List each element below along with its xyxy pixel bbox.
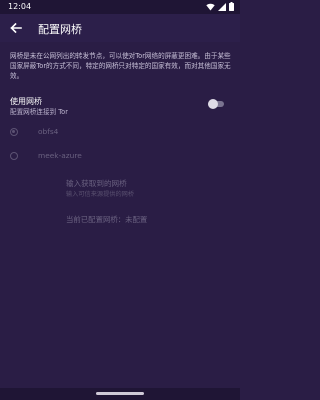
home-gesture-handle[interactable] [96, 392, 144, 395]
use-bridges-toggle[interactable] [208, 99, 224, 109]
status-icons [206, 2, 234, 11]
use-bridges-subtitle: 配置网桥连接到 Tor [10, 108, 68, 116]
back-arrow-icon[interactable] [8, 20, 24, 36]
bridge-settings: 网桥是未在公网列出的转发节点，可以使对Tor网络的屏蔽更困难。由于某些国家屏蔽T… [0, 42, 240, 388]
bridge-option-obfs4[interactable]: obfs4 [10, 127, 210, 141]
bridge-option-meek-azure[interactable]: meek-azure [10, 151, 210, 165]
wifi-icon [206, 3, 215, 11]
radio-selected-icon[interactable] [10, 128, 18, 136]
signal-icon [218, 2, 226, 11]
status-bar: 12:04 [0, 0, 240, 14]
radio-unselected-icon[interactable] [10, 152, 18, 160]
battery-icon [229, 2, 234, 11]
current-bridge-status: 当前已配置网桥：未配置 [66, 215, 148, 224]
page-title: 配置网桥 [38, 23, 82, 36]
bridge-description: 网桥是未在公网列出的转发节点，可以使对Tor网络的屏蔽更困难。由于某些国家屏蔽T… [10, 52, 231, 80]
bridge-option-label: meek-azure [38, 151, 82, 160]
app-bar: 配置网桥 [0, 14, 240, 42]
navigation-bar [0, 388, 240, 400]
custom-bridge-title: 输入获取到的网桥 [66, 179, 127, 188]
bridge-option-label: obfs4 [38, 127, 59, 136]
status-time: 12:04 [8, 2, 32, 11]
toggle-thumb [208, 99, 218, 109]
custom-bridge-subtitle: 输入可信来源提供的网桥 [66, 191, 135, 198]
